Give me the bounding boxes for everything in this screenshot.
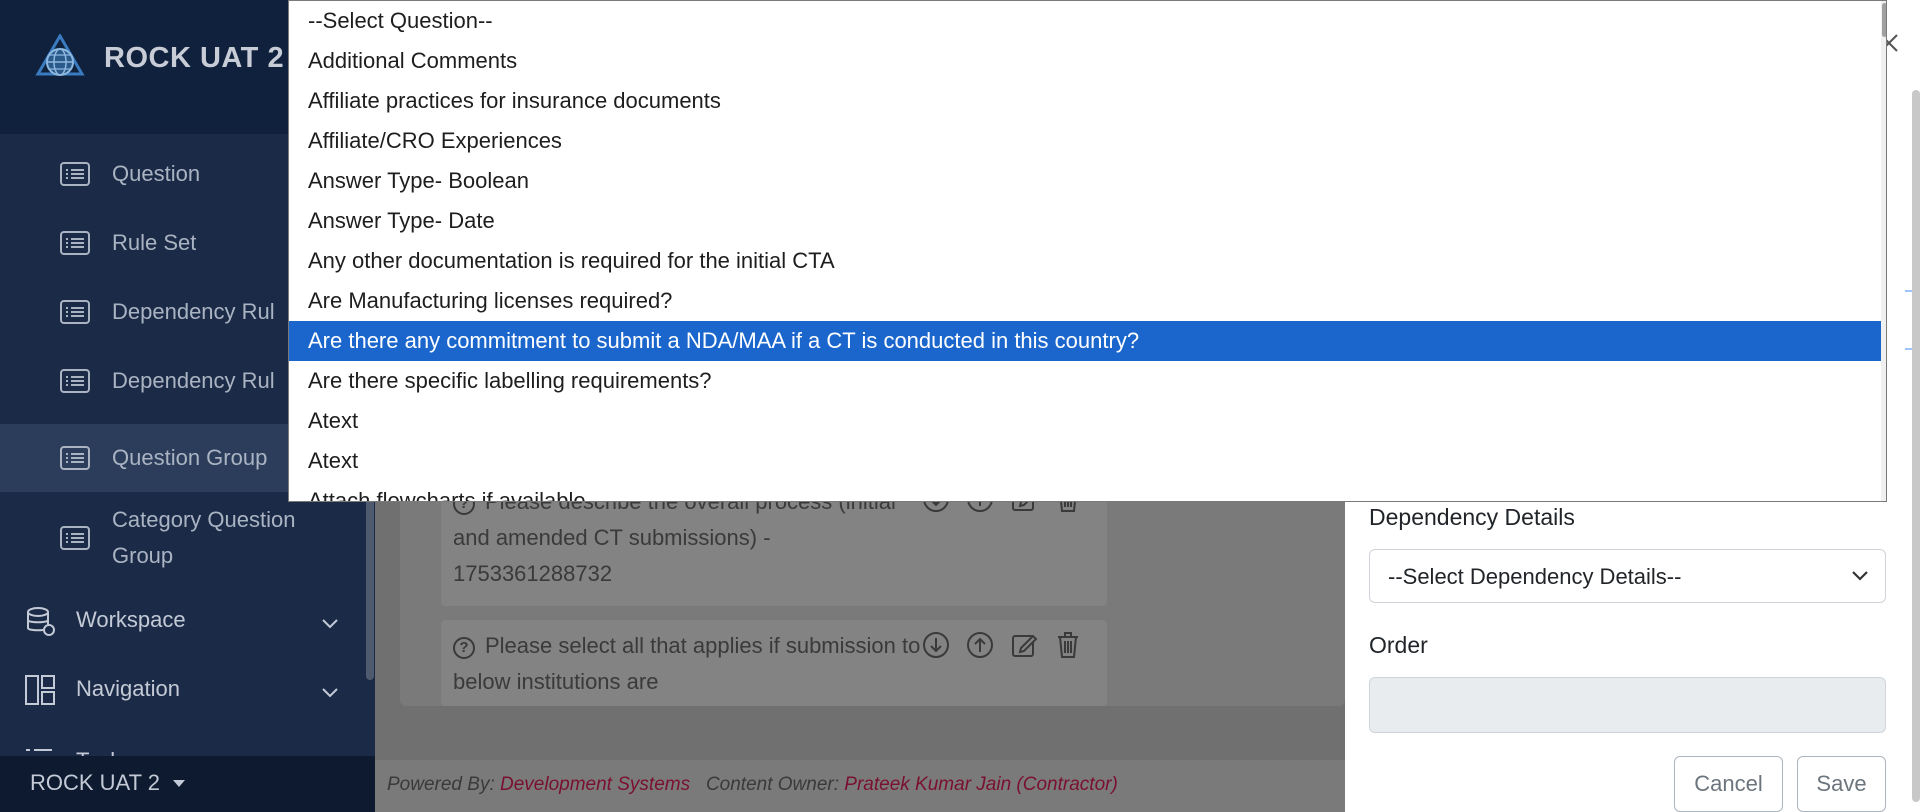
dropdown-scrollbar-track[interactable] [1881, 1, 1886, 501]
dependency-details-value: --Select Dependency Details-- [1388, 564, 1682, 589]
sidebar-section-label: Workspace [76, 607, 186, 632]
sidebar-item-label: Question [112, 161, 201, 186]
edit-icon[interactable] [1009, 630, 1039, 660]
question-actions [921, 630, 1083, 660]
list-icon [60, 231, 90, 255]
question-text: Please select all that applies if submis… [453, 633, 921, 694]
dependency-details-select[interactable]: --Select Dependency Details-- [1369, 549, 1886, 603]
sidebar-section-label: Tasks [76, 748, 132, 756]
question-select-dropdown[interactable]: --Select Question-- Additional Comments … [288, 0, 1887, 502]
dropdown-option[interactable]: Affiliate/CRO Experiences [289, 121, 1881, 161]
sidebar-item-label: Dependency Rul [112, 299, 275, 324]
panel-scrollbar[interactable] [1912, 90, 1920, 802]
dropdown-option[interactable]: Atext [289, 401, 1881, 441]
sidebar-section-workspace[interactable]: Workspace [0, 605, 368, 641]
caret-down-icon [173, 780, 185, 787]
dropdown-option[interactable]: Atext [289, 441, 1881, 481]
question-item: ? Please select all that applies if submi… [441, 620, 1107, 706]
dropdown-option[interactable]: --Select Question-- [289, 1, 1881, 41]
sidebar-section-label: Navigation [76, 676, 180, 701]
globe-logo-icon [35, 34, 85, 76]
chevron-down-icon [322, 688, 338, 698]
sidebar-item-label: Rule Set [112, 230, 197, 255]
list-icon [60, 526, 90, 550]
sidebar-item-label: Dependency Rul [112, 368, 275, 393]
database-gear-icon [27, 607, 55, 636]
list-icon [60, 300, 90, 324]
sidebar-item-category-question-group[interactable]: Category Question Group [0, 502, 368, 574]
dropdown-option[interactable]: Any other documentation is required for … [289, 241, 1881, 281]
sidebar-item-label: Category Question Group [112, 507, 296, 568]
chevron-down-icon [1852, 571, 1868, 581]
app-brand[interactable]: ROCK UAT 2 [104, 42, 284, 75]
tasks-icon [26, 749, 52, 751]
trash-icon[interactable] [1053, 630, 1083, 660]
dropdown-option[interactable]: Attach flowcharts if available [289, 481, 1881, 501]
dropdown-option[interactable]: Are Manufacturing licenses required? [289, 281, 1881, 321]
sidebar-section-tasks[interactable]: Tasks [0, 740, 368, 756]
environment-label: ROCK UAT 2 [30, 770, 160, 795]
page-footer: Powered By: Development Systems Content … [375, 760, 1345, 812]
list-icon [60, 446, 90, 470]
move-up-icon[interactable] [965, 630, 995, 660]
order-field[interactable] [1369, 677, 1886, 733]
content-owner-link[interactable]: Prateek Kumar Jain (Contractor) [844, 774, 1118, 795]
list-icon [60, 369, 90, 393]
sidebar-item-label: Question Group [112, 445, 268, 470]
dropdown-option[interactable]: Additional Comments [289, 41, 1881, 81]
sidebar-section-navigation[interactable]: Navigation [0, 674, 368, 710]
powered-by-label: Powered By: [387, 774, 495, 795]
list-icon [60, 162, 90, 186]
order-label: Order [1369, 632, 1428, 658]
chevron-down-icon [322, 619, 338, 629]
dependency-details-label: Dependency Details [1369, 504, 1575, 530]
cancel-button[interactable]: Cancel [1674, 756, 1783, 812]
powered-by-link[interactable]: Development Systems [500, 774, 690, 795]
dropdown-option[interactable]: Are there specific labelling requirement… [289, 361, 1881, 401]
dropdown-option-selected[interactable]: Are there any commitment to submit a NDA… [289, 321, 1881, 361]
dropdown-scrollbar-thumb[interactable] [1882, 3, 1886, 37]
layout-grid-icon [25, 675, 55, 705]
environment-switcher[interactable]: ROCK UAT 2 [0, 756, 375, 812]
help-icon: ? [453, 637, 475, 659]
dropdown-option[interactable]: Affiliate practices for insurance docume… [289, 81, 1881, 121]
save-button[interactable]: Save [1797, 756, 1886, 812]
question-text: Please describe the overall process (ini… [453, 489, 896, 586]
dropdown-option[interactable]: Answer Type- Boolean [289, 161, 1881, 201]
dropdown-option[interactable]: Answer Type- Date [289, 201, 1881, 241]
content-owner-label: Content Owner: [705, 774, 840, 795]
move-down-icon[interactable] [921, 630, 951, 660]
